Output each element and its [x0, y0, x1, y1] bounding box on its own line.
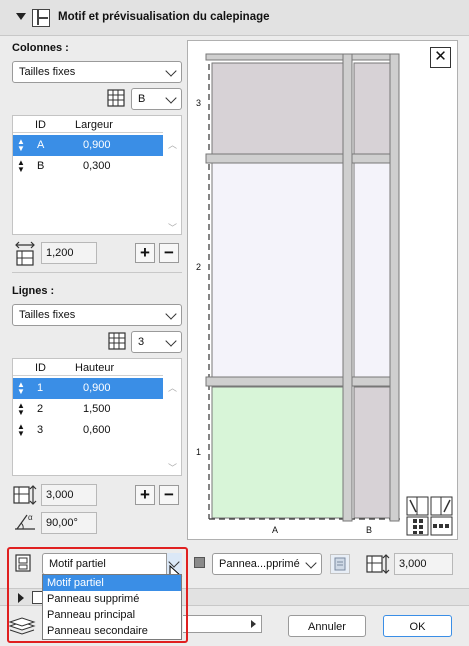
panel-type-value: Pannea...pprimé	[219, 558, 300, 570]
lines-table-header: ID Hauteur	[13, 359, 163, 376]
lines-total-field[interactable]: 3,000	[41, 484, 97, 506]
chevron-down-icon	[165, 308, 177, 320]
row-label-2: 2	[196, 262, 202, 272]
lines-table[interactable]: ID Hauteur ▲ ▼ 1 0,900 ▲ ▼ 2 1,500 ▲ ▼ 3 0,…	[12, 358, 182, 476]
angle-field[interactable]: 90,00°	[41, 512, 97, 534]
layer-select[interactable]	[183, 615, 262, 633]
lines-label: Lignes :	[12, 285, 55, 297]
panel-title: Motif et prévisualisation du calepinage	[58, 11, 270, 23]
columns-ref-select[interactable]: B	[131, 88, 182, 110]
drag-handle-icon[interactable]: ▲ ▼	[17, 381, 25, 396]
columns-table[interactable]: ID Largeur ▲ ▼ A 0,900 ▲ ▼ B 0,300 ︿ ﹀	[12, 115, 182, 235]
columns-total-field[interactable]: 1,200	[41, 242, 97, 264]
columns-ref-value: B	[138, 93, 146, 105]
close-icon[interactable]: ✕	[430, 47, 451, 68]
preview-view-controls[interactable]	[406, 496, 454, 536]
ok-button[interactable]: OK	[383, 615, 452, 637]
panel-color-swatch[interactable]	[194, 557, 205, 568]
header-height: Hauteur	[75, 362, 115, 374]
columns-mode-select[interactable]: Tailles fixes	[12, 61, 182, 83]
table-row[interactable]: ▲ ▼ A 0,900	[13, 135, 163, 156]
row-id: 2	[37, 403, 44, 415]
row-value[interactable]: 0,900	[83, 139, 111, 151]
scroll-up-icon[interactable]: ︿	[168, 138, 177, 151]
lines-count-select[interactable]: 3	[131, 331, 182, 353]
col-label-a: A	[272, 525, 279, 535]
table-row[interactable]: ▲ ▼ 1 0,900	[13, 378, 163, 399]
chevron-down-icon	[305, 557, 317, 569]
chevron-down-icon	[165, 335, 177, 347]
table-row[interactable]: ▲ ▼ 3 0,600	[13, 420, 163, 441]
angle-icon: α	[13, 511, 37, 531]
cancel-button[interactable]: Annuler	[288, 615, 366, 637]
pattern-icon	[32, 9, 50, 27]
table-row[interactable]: ▲ ▼ B 0,300	[13, 156, 163, 177]
section-divider	[12, 272, 182, 273]
scroll-down-icon[interactable]: ﹀	[168, 461, 177, 474]
panel-settings-button[interactable]	[330, 554, 350, 574]
row-value[interactable]: 1,500	[83, 403, 111, 415]
lines-mode-select[interactable]: Tailles fixes	[12, 304, 182, 326]
header-width: Largeur	[75, 119, 113, 131]
row-id: 1	[37, 382, 44, 394]
highlight-box	[7, 547, 188, 643]
remove-column-button[interactable]: −	[159, 243, 179, 263]
total-height-icon	[13, 484, 37, 506]
panel-header[interactable]: Motif et prévisualisation du calepinage	[0, 0, 469, 36]
row-id: A	[37, 139, 45, 151]
row-value[interactable]: 0,300	[83, 160, 111, 172]
header-id: ID	[35, 362, 46, 374]
row-value[interactable]: 0,900	[83, 382, 111, 394]
col-label-b: B	[366, 525, 373, 535]
row-id: 3	[37, 424, 44, 436]
add-column-button[interactable]: +	[135, 243, 155, 263]
panel-height-icon	[366, 553, 390, 575]
chevron-down-icon	[165, 65, 177, 77]
drag-handle-icon[interactable]: ▲ ▼	[17, 159, 25, 174]
row-id: B	[37, 160, 45, 172]
remove-row-button[interactable]: −	[159, 485, 179, 505]
panel-height-field[interactable]: 3,000	[394, 553, 453, 575]
total-width-icon	[14, 241, 36, 267]
pattern-preview[interactable]: 3 2 1 A B ✕	[187, 40, 458, 540]
panel-type-select[interactable]: Pannea...pprimé	[212, 553, 322, 575]
lines-count-value: 3	[138, 336, 145, 348]
grid-columns-icon	[107, 89, 125, 107]
chevron-down-icon	[165, 92, 177, 104]
chevron-right-icon	[251, 620, 256, 628]
table-row[interactable]: ▲ ▼ 2 1,500	[13, 399, 163, 420]
columns-mode-value: Tailles fixes	[19, 66, 76, 78]
scroll-down-icon[interactable]: ﹀	[168, 221, 177, 234]
columns-label: Colonnes :	[12, 42, 69, 54]
drag-handle-icon[interactable]: ▲ ▼	[17, 423, 25, 438]
drag-handle-icon[interactable]: ▲ ▼	[17, 138, 25, 153]
grid-rows-icon	[108, 332, 126, 350]
header-id: ID	[35, 119, 46, 131]
collapse-triangle-icon[interactable]	[16, 13, 26, 20]
svg-text:α: α	[28, 513, 33, 522]
row-label-3: 3	[196, 98, 202, 108]
row-label-1: 1	[196, 447, 202, 457]
lines-mode-value: Tailles fixes	[19, 309, 76, 321]
row-value[interactable]: 0,600	[83, 424, 111, 436]
columns-table-header: ID Largeur	[13, 116, 163, 133]
scroll-up-icon[interactable]: ︿	[168, 381, 177, 394]
add-row-button[interactable]: +	[135, 485, 155, 505]
drag-handle-icon[interactable]: ▲ ▼	[17, 402, 25, 417]
